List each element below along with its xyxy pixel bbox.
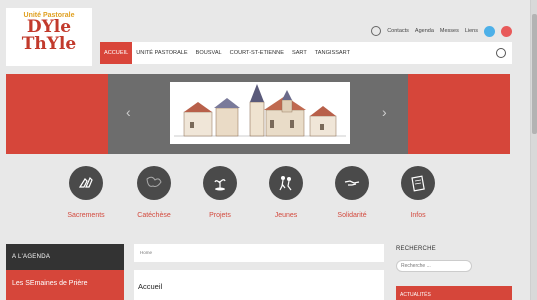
logo-line-2: ThYle bbox=[21, 34, 77, 54]
news-widget-header: ACTUALITÉS bbox=[396, 286, 512, 300]
image-slider: ‹ › bbox=[6, 74, 510, 154]
church-illustration bbox=[170, 82, 350, 144]
agenda-widget: A L'AGENDA Les SEmaines de Prière bbox=[6, 244, 124, 300]
site-header: Unité Pastorale DYle ThYle Contacts Agen… bbox=[0, 0, 530, 70]
search-widget: RECHERCHE Recherche ... bbox=[396, 246, 516, 272]
pinterest-icon[interactable] bbox=[501, 25, 512, 37]
news-title: ACTUALITÉS bbox=[400, 292, 431, 298]
twitter-icon[interactable] bbox=[484, 25, 495, 37]
liens-link[interactable]: Liens bbox=[465, 28, 478, 34]
contact-icon[interactable] bbox=[371, 26, 382, 36]
category-label: Solidarité bbox=[337, 212, 367, 219]
scrollbar-thumb[interactable] bbox=[532, 14, 537, 134]
category-label: Infos bbox=[410, 212, 426, 219]
category-infos[interactable]: Infos bbox=[388, 166, 448, 219]
category-label: Jeunes bbox=[274, 212, 298, 219]
category-catechese[interactable]: Catéchèse bbox=[124, 166, 184, 219]
people-icon bbox=[269, 166, 303, 200]
plant-icon bbox=[203, 166, 237, 200]
page: Unité Pastorale DYle ThYle Contacts Agen… bbox=[0, 0, 530, 300]
nav-item-unite-pastorale[interactable]: UNITÉ PASTORALE bbox=[132, 42, 191, 64]
site-logo[interactable]: Unité Pastorale DYle ThYle bbox=[6, 8, 92, 66]
church-drawing-icon bbox=[174, 84, 346, 137]
agenda-link[interactable]: Agenda bbox=[415, 28, 434, 34]
agenda-item[interactable]: Les SEmaines de Prière bbox=[6, 270, 124, 300]
main-content: Accueil bbox=[134, 270, 384, 300]
breadcrumb: Home bbox=[134, 244, 384, 262]
search-title: RECHERCHE bbox=[396, 246, 436, 252]
contacts-link[interactable]: Contacts bbox=[387, 28, 409, 34]
search-icon[interactable] bbox=[496, 48, 506, 58]
nav-item-bousval[interactable]: BOUSVAL bbox=[192, 42, 226, 64]
handshake-icon bbox=[335, 166, 369, 200]
breadcrumb-home-link[interactable]: Home bbox=[140, 250, 152, 255]
category-sacrements[interactable]: Sacrements bbox=[56, 166, 116, 219]
category-label: Catéchèse bbox=[137, 212, 171, 219]
category-jeunes[interactable]: Jeunes bbox=[256, 166, 316, 219]
agenda-title: A L'AGENDA bbox=[6, 244, 124, 270]
nav-item-sart[interactable]: SART bbox=[288, 42, 311, 64]
news-icon bbox=[401, 166, 435, 200]
nav-item-tangissart[interactable]: TANGISSART bbox=[311, 42, 354, 64]
hands-icon bbox=[69, 166, 103, 200]
top-links: Contacts Agenda Messes Liens bbox=[371, 24, 512, 38]
nav-item-accueil[interactable]: ACCUEIL bbox=[100, 42, 133, 64]
slider-prev-button[interactable]: ‹ bbox=[126, 104, 131, 120]
category-label: Sacrements bbox=[67, 212, 105, 219]
main-nav: ACCUEIL UNITÉ PASTORALE BOUSVAL COURT-ST… bbox=[100, 42, 512, 64]
category-row: Sacrements Catéchèse Projets Jeunes Soli… bbox=[56, 166, 456, 222]
page-title: Accueil bbox=[138, 282, 163, 291]
category-label: Projets bbox=[209, 212, 231, 219]
slider-frame: ‹ › bbox=[108, 74, 408, 154]
category-solidarite[interactable]: Solidarité bbox=[322, 166, 382, 219]
category-projets[interactable]: Projets bbox=[190, 166, 250, 219]
slider-next-button[interactable]: › bbox=[382, 104, 387, 120]
nav-item-court-st-etienne[interactable]: COURT-ST-ETIENNE bbox=[226, 42, 288, 64]
messes-link[interactable]: Messes bbox=[440, 28, 459, 34]
map-icon bbox=[137, 166, 171, 200]
search-input[interactable]: Recherche ... bbox=[396, 260, 472, 272]
page-scrollbar[interactable] bbox=[530, 0, 537, 300]
